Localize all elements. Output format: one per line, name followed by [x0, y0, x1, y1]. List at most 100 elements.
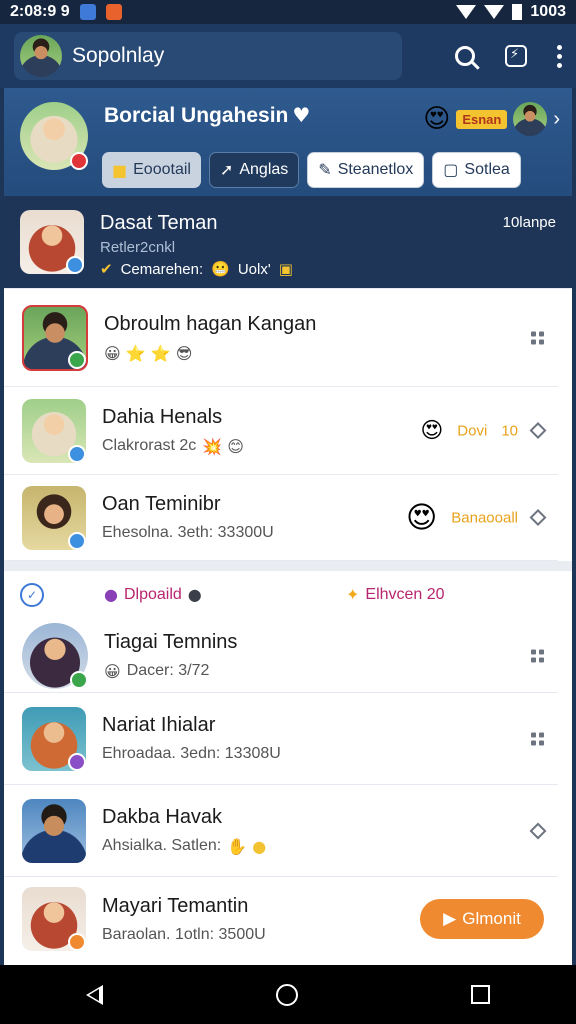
list-item[interactable]: Mayari Temantin Baraolan. 1otln: 3500U ▶… — [4, 877, 558, 961]
contact-emojis: 😀 ⭐ ⭐ 😎 — [104, 343, 193, 363]
group-right-label: ✦ Elhvcen 20 — [346, 585, 445, 604]
sparkle-icon: ✦ — [346, 585, 360, 604]
action-button-4[interactable]: ▢ Sotlea — [432, 152, 521, 188]
friend-avatar[interactable] — [513, 102, 548, 136]
check-icon: ✔ — [100, 260, 113, 278]
notification-app-icon — [79, 4, 96, 20]
status-time: 2:08:9 9 — [10, 3, 70, 20]
heart-icon: ♥ — [292, 102, 311, 127]
drag-handle-icon[interactable] — [531, 649, 544, 662]
contact-avatar[interactable] — [22, 304, 88, 371]
featured-contact[interactable]: Dasat Teman Retler2cnkl ✔ Cemarehen: 😬 U… — [4, 196, 572, 288]
featured-subtitle: Retler2cnkl — [100, 239, 176, 256]
drag-handle-icon[interactable] — [531, 732, 544, 745]
main-sheet: Borcial Ungahesin ♥ 😍 Esnan › ■ Eoootail … — [4, 88, 572, 965]
online-badge — [66, 256, 84, 274]
list-item[interactable]: Obroulm hagan Kangan 😀 ⭐ ⭐ 😎 — [4, 289, 558, 387]
contact-list-a: Obroulm hagan Kangan 😀 ⭐ ⭐ 😎 Dahia Henal… — [4, 288, 572, 561]
battery-icon — [512, 4, 523, 20]
profile-hero: Borcial Ungahesin ♥ 😍 Esnan › ■ Eoootail … — [4, 88, 572, 196]
badge-icon: ● — [104, 585, 118, 604]
chevron-right-icon[interactable]: › — [553, 108, 560, 131]
online-badge — [68, 444, 86, 463]
status-clock-right: 1003 — [530, 3, 566, 20]
online-badge — [68, 933, 86, 951]
gift-icon: ▣ — [278, 260, 293, 278]
group-header: ✓ ● Dlpoaild ● ✦ Elhvcen 20 — [4, 571, 572, 619]
quick-action-icon[interactable] — [505, 45, 527, 67]
action-button-3[interactable]: ✎ Steanetlox — [307, 152, 425, 188]
wifi-icon — [456, 5, 477, 19]
contact-count: 10 — [501, 422, 518, 439]
emoji-icon: 😍 — [420, 418, 444, 443]
app-title: Sopolnlay — [72, 44, 165, 67]
contact-name: Nariat Ihialar — [102, 714, 216, 736]
online-badge — [68, 350, 86, 369]
overflow-menu-icon[interactable] — [557, 44, 562, 68]
action-button-1[interactable]: ■ Eoootail — [102, 152, 201, 188]
contact-name: Mayari Temantin — [102, 894, 249, 917]
list-item[interactable]: Tiagai Temnins 😀 Dacer: 3/72 — [4, 619, 558, 693]
star-icon: ■ — [112, 160, 128, 180]
profile-name: Borcial Ungahesin ♥ — [104, 102, 311, 127]
list-item[interactable]: Oan Teminibr Ehesolna. 3eth: 33300U 😍 Ba… — [4, 475, 558, 561]
contact-tag: Dovi — [457, 422, 488, 439]
home-icon[interactable] — [275, 983, 298, 1006]
contact-avatar[interactable] — [22, 398, 86, 463]
online-badge — [68, 752, 86, 771]
hero-actions: ■ Eoootail ➚ Anglas ✎ Steanetlox ▢ Sotle… — [102, 152, 521, 188]
list-item[interactable]: Dahia Henals Clakrorast 2c 💥 😊 😍 Dovi 10 — [4, 387, 558, 475]
system-nav-bar — [0, 965, 576, 1024]
contact-subtitle: Clakrorast 2c 💥 😊 — [102, 436, 244, 456]
recents-icon[interactable] — [470, 985, 490, 1004]
emoji-icon: ✋ ● — [227, 836, 267, 856]
section-divider — [4, 561, 572, 571]
online-badge — [68, 531, 86, 550]
status-bar: 2:08:9 9 1003 — [0, 0, 576, 24]
list-item[interactable]: Dakba Havak Ahsialka. Satlen: ✋ ● — [4, 785, 558, 877]
tag-icon: ✎ — [318, 162, 332, 179]
online-badge — [70, 670, 88, 689]
contact-subtitle: 😀 Dacer: 3/72 — [104, 661, 210, 681]
contact-avatar[interactable] — [22, 485, 86, 550]
navigate-icon[interactable] — [529, 422, 547, 439]
chat-icon: ▢ — [443, 162, 459, 179]
contact-avatar[interactable] — [22, 887, 86, 951]
featured-name: Dasat Teman — [100, 212, 218, 234]
contact-name: Obroulm hagan Kangan — [104, 312, 317, 335]
profile-avatar[interactable] — [20, 102, 88, 170]
signal-icon — [484, 5, 505, 19]
contact-subtitle: Ehesolna. 3eth: 33300U — [102, 524, 274, 541]
featured-time: 10lanpe — [502, 214, 556, 231]
contact-avatar[interactable] — [22, 622, 88, 689]
contact-subtitle: Ahsialka. Satlen: ✋ ● — [102, 836, 267, 856]
group-left-label: ● Dlpoaild ● — [104, 585, 202, 604]
emoji-icon: 😀 — [104, 661, 121, 681]
emoji-icon: 😍 — [405, 500, 438, 535]
list-item[interactable]: Nariat Ihialar Ehroadaa. 3edn: 13308U — [4, 693, 558, 785]
featured-status: ✔ Cemarehen: 😬 Uolx' ▣ — [100, 260, 293, 278]
search-icon[interactable] — [455, 46, 475, 66]
group-icon[interactable]: ✓ — [20, 583, 44, 607]
navigate-icon[interactable] — [529, 822, 547, 839]
ball-icon: ● — [187, 585, 202, 604]
emoji-icon: 😍 — [423, 104, 451, 134]
contact-avatar[interactable] — [22, 798, 86, 863]
hero-tag: Esnan — [456, 109, 508, 129]
contact-tag: Banaooall — [451, 509, 518, 526]
contact-subtitle: Baraolan. 1otln: 3500U — [102, 925, 266, 943]
contact-subtitle: Ehroadaa. 3edn: 13308U — [102, 745, 281, 762]
action-button-2[interactable]: ➚ Anglas — [208, 152, 300, 188]
notification-app-icon-2 — [105, 4, 122, 20]
play-icon: ▶ — [443, 909, 457, 928]
account-switcher[interactable]: Sopolnlay — [14, 32, 402, 80]
navigate-icon[interactable] — [529, 509, 547, 526]
drag-handle-icon[interactable] — [531, 331, 544, 344]
back-icon[interactable] — [86, 984, 104, 1005]
action-button[interactable]: ▶ Glmonit — [420, 899, 544, 939]
contact-avatar[interactable] — [22, 706, 86, 771]
contact-name: Dahia Henals — [102, 405, 223, 428]
featured-avatar[interactable] — [20, 210, 84, 274]
face-icon: 😬 — [211, 260, 230, 278]
account-avatar[interactable] — [20, 35, 62, 77]
